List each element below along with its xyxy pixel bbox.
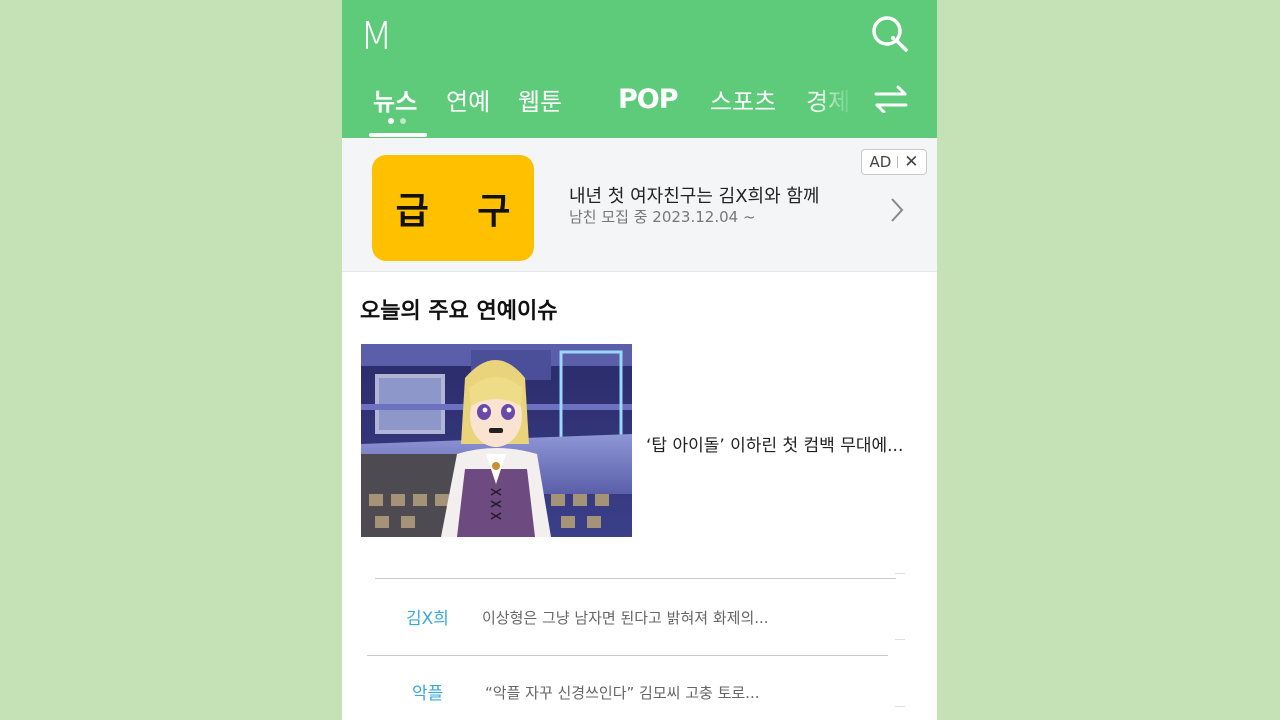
- stage-idol-illustration: [361, 344, 632, 537]
- card-edge-mark: [895, 573, 905, 574]
- swap-arrows-icon: [874, 85, 908, 114]
- ad-subtitle: 남친 모집 중 2023.12.04 ~: [569, 208, 756, 226]
- active-tab-indicator: [369, 133, 427, 137]
- category-nav: 뉴스 연예 웹툰 POP 스포츠 경제: [342, 78, 937, 138]
- chevron-right-icon: [891, 198, 904, 222]
- row-divider: [367, 655, 888, 656]
- ad-next-button[interactable]: [889, 197, 905, 223]
- ad-title[interactable]: 내년 첫 여자친구는 김X희와 함께: [569, 182, 820, 208]
- issue-headline[interactable]: “악플 자꾸 신경쓰인다” 김모씨 고충 토로...: [485, 682, 760, 703]
- feature-article-title[interactable]: ‘탑 아이돌’ 이하린 첫 컴백 무대에...: [646, 431, 937, 456]
- tab-webtoon[interactable]: 웹툰: [518, 82, 562, 118]
- ad-label: AD: [869, 153, 892, 171]
- card-edge-mark: [895, 706, 905, 707]
- issue-keyword[interactable]: 김X희: [406, 604, 449, 629]
- tab-pop[interactable]: POP: [618, 84, 679, 120]
- ad-banner[interactable]: 급 구 내년 첫 여자친구는 김X희와 함께 남친 모집 중 2023.12.0…: [342, 138, 937, 272]
- card-edge-mark: [895, 639, 905, 640]
- issue-headline[interactable]: 이상형은 그냥 남자면 된다고 밝혀져 화제의...: [482, 607, 769, 628]
- search-button[interactable]: [870, 14, 910, 54]
- edit-tabs-button[interactable]: [874, 85, 908, 114]
- issue-keyword[interactable]: 악플: [412, 679, 443, 704]
- issue-row[interactable]: 김X희 이상형은 그냥 남자면 된다고 밝혀져 화제의...: [342, 578, 937, 640]
- tab-page-dots: [388, 118, 410, 126]
- ad-badge: AD ✕: [861, 149, 927, 175]
- feature-article-image[interactable]: [361, 344, 632, 537]
- section-title: 오늘의 주요 연예이슈: [360, 299, 558, 324]
- close-icon[interactable]: ✕: [904, 152, 918, 172]
- tab-entertainment[interactable]: 연예: [446, 82, 490, 118]
- row-divider: [375, 578, 896, 579]
- issue-row[interactable]: 악플 “악플 자꾸 신경쓰인다” 김모씨 고충 토로...: [342, 655, 937, 717]
- app-logo[interactable]: M: [360, 14, 393, 58]
- tab-news[interactable]: 뉴스: [373, 82, 417, 118]
- search-icon: [872, 16, 908, 52]
- tab-fade-overlay: [812, 78, 872, 128]
- app-header: M 뉴스 연예 웹툰 POP 스포츠 경제: [342, 0, 937, 138]
- feature-article[interactable]: ‘탑 아이돌’ 이하린 첫 컴백 무대에...: [361, 344, 931, 537]
- tab-sports[interactable]: 스포츠: [710, 82, 776, 118]
- ad-badge-divider: [897, 156, 899, 168]
- ad-thumbnail[interactable]: 급 구: [372, 155, 534, 261]
- app-screen: M 뉴스 연예 웹툰 POP 스포츠 경제: [342, 0, 937, 720]
- ad-thumbnail-text: 급 구: [395, 191, 529, 232]
